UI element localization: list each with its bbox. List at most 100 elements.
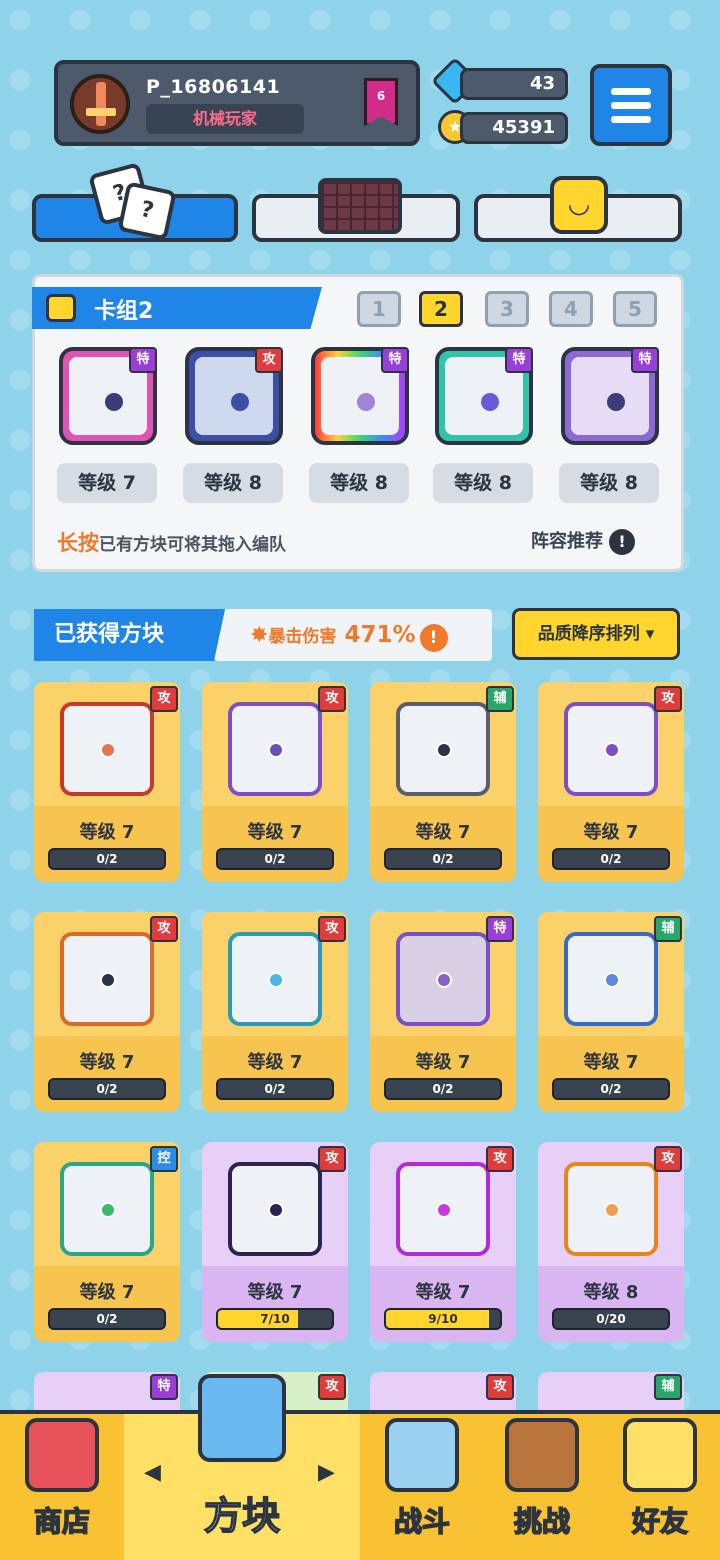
block-level: 等级 7: [415, 822, 471, 843]
progress-text: 0/2: [432, 852, 454, 866]
type-badge: 特: [381, 347, 409, 373]
deck-tab-5[interactable]: 5: [613, 291, 657, 327]
deck-card[interactable]: 特: [311, 347, 409, 445]
sort-dropdown[interactable]: 品质降序排列 ▾: [512, 608, 680, 660]
type-badge: 攻: [318, 1374, 346, 1400]
crack-icon: [607, 393, 625, 411]
deck-tab-3[interactable]: 3: [485, 291, 529, 327]
type-badge: 攻: [150, 916, 178, 942]
card-core: [436, 972, 452, 988]
block-card[interactable]: 攻 等级 7 7/10: [202, 1142, 348, 1342]
card-core: [604, 742, 620, 758]
crescent-icon: [564, 932, 658, 1026]
hint-emphasis: 长按: [57, 531, 99, 555]
gear-icon: [231, 393, 249, 411]
type-badge: 攻: [654, 1146, 682, 1172]
deck-card[interactable]: 攻: [185, 347, 283, 445]
coin-count: 45391: [460, 112, 568, 144]
block-level: 等级 7: [415, 1282, 471, 1303]
type-badge: 特: [150, 1374, 178, 1400]
nav-friends[interactable]: 好友: [600, 1414, 720, 1560]
block-level: 等级 7: [247, 1052, 303, 1073]
progress-bar: 9/10: [384, 1308, 502, 1330]
type-badge: 攻: [150, 686, 178, 712]
block-card[interactable]: 攻 等级 7 0/2: [202, 682, 348, 882]
pixel-icon: [396, 1162, 490, 1256]
block-card[interactable]: 攻 等级 7 0/2: [538, 682, 684, 882]
block-card-partial[interactable]: 辅: [538, 1372, 684, 1412]
type-badge: 辅: [654, 1374, 682, 1400]
progress-text: 0/2: [600, 1082, 622, 1096]
signpost-icon: [505, 1418, 579, 1492]
block-level: 等级 7: [415, 1052, 471, 1073]
info-icon: !: [419, 623, 448, 652]
nav-challenge[interactable]: 挑战: [484, 1414, 600, 1560]
card-core: [100, 1202, 116, 1218]
progress-bar: 7/10: [216, 1308, 334, 1330]
arrow-left-icon[interactable]: ◀: [144, 1460, 161, 1485]
progress-bar: 0/2: [552, 1078, 670, 1100]
drag-hint: 长按已有方块可将其拖入编队: [57, 527, 286, 557]
card-core: [100, 972, 116, 988]
block-card[interactable]: 攻 等级 7 0/2: [34, 682, 180, 882]
vortex-icon: [228, 932, 322, 1026]
progress-bar: 0/20: [552, 1308, 670, 1330]
recommend-button[interactable]: 阵容推荐!: [531, 527, 635, 555]
type-badge: 攻: [486, 1374, 514, 1400]
progress-text: 0/2: [600, 852, 622, 866]
block-card[interactable]: 攻 等级 7 9/10: [370, 1142, 516, 1342]
pencil-edit-icon[interactable]: [46, 294, 76, 322]
menu-button[interactable]: [590, 64, 672, 146]
block-level: 等级 7: [79, 1282, 135, 1303]
progress-text: 0/2: [96, 1312, 118, 1326]
compass-star-icon: [60, 702, 154, 796]
deck-card[interactable]: 特: [435, 347, 533, 445]
deck-card[interactable]: 特: [561, 347, 659, 445]
deck-tab-2[interactable]: 2: [419, 291, 463, 327]
hands-icon: [481, 393, 499, 411]
deck-title-bar[interactable]: 卡组2: [32, 287, 322, 329]
type-badge: 攻: [654, 686, 682, 712]
progress-bar: 0/2: [384, 848, 502, 870]
dice-icon: ?: [117, 181, 177, 241]
card-core: [436, 742, 452, 758]
block-card[interactable]: 特 等级 7 0/2: [370, 912, 516, 1112]
arrow-right-icon[interactable]: ▶: [318, 1460, 335, 1485]
nav-battle[interactable]: 战斗: [360, 1414, 484, 1560]
crit-label: 暴击伤害: [268, 627, 337, 647]
obtained-title: 已获得方块: [34, 609, 230, 661]
type-badge: 攻: [486, 1146, 514, 1172]
dark-hole-icon: [396, 932, 490, 1026]
crit-value: 471%: [344, 622, 416, 648]
hint-text: 已有方块可将其拖入编队: [99, 535, 286, 555]
smiley-block-icon: ◡: [550, 176, 608, 234]
nav-blocks[interactable]: 方块: [124, 1374, 360, 1560]
profile-panel[interactable]: P_16806141 机械玩家 6: [54, 60, 420, 146]
block-card[interactable]: 辅 等级 7 0/2: [370, 682, 516, 882]
block-card[interactable]: 攻 等级 7 0/2: [202, 912, 348, 1112]
info-icon: !: [609, 529, 635, 555]
nav-label: 挑战: [513, 1504, 571, 1539]
block-card[interactable]: 攻 等级 8 0/20: [538, 1142, 684, 1342]
block-level: 等级 7: [583, 822, 639, 843]
sword-guard: [86, 108, 116, 116]
rainbow-icon: [357, 393, 375, 411]
nav-shop[interactable]: 商店: [0, 1414, 124, 1560]
crit-damage-info[interactable]: ✸暴击伤害 471%!: [214, 609, 492, 661]
progress-text: 0/2: [96, 852, 118, 866]
deck-tab-1[interactable]: 1: [357, 291, 401, 327]
shield-sword-icon: [385, 1418, 459, 1492]
block-card-partial[interactable]: 攻: [370, 1372, 516, 1412]
friend-character-icon: [623, 1418, 697, 1492]
card-core: [268, 972, 284, 988]
player-name: P_16806141: [146, 76, 281, 98]
block-card[interactable]: 辅 等级 7 0/2: [538, 912, 684, 1112]
block-card[interactable]: 攻 等级 7 0/2: [34, 912, 180, 1112]
deck-tab-4[interactable]: 4: [549, 291, 593, 327]
chevron-down-icon: ▾: [645, 624, 655, 644]
deck-card[interactable]: 特: [59, 347, 157, 445]
block-card[interactable]: 控 等级 7 0/2: [34, 1142, 180, 1342]
block-level: 等级 8: [583, 1282, 639, 1303]
block-card-partial[interactable]: 特: [34, 1372, 180, 1412]
card-core: [604, 1202, 620, 1218]
